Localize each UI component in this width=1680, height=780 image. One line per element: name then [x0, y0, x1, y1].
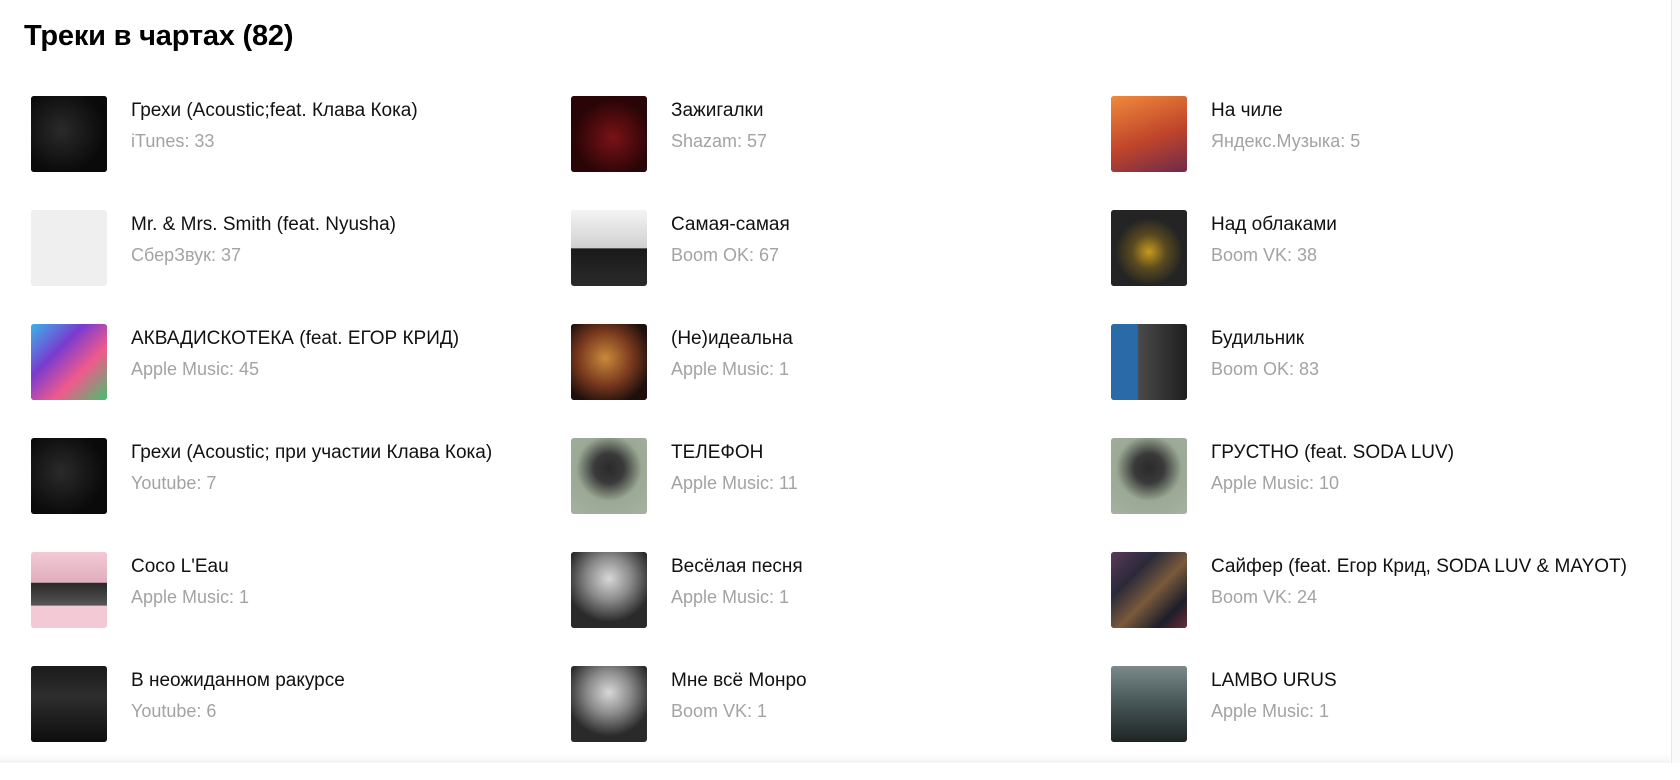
- cover-art: [31, 666, 107, 742]
- cover-art: [31, 210, 107, 286]
- cover-art: [31, 96, 107, 172]
- album-cover[interactable]: [31, 666, 107, 742]
- track-title[interactable]: Сайфер (feat. Егор Крид, SODA LUV & MAYO…: [1211, 556, 1627, 578]
- track-item[interactable]: ГРУСТНО (feat. SODA LUV) Apple Music: 10: [1111, 438, 1651, 552]
- page-title: Треки в чартах (82): [24, 20, 294, 52]
- track-title[interactable]: ТЕЛЕФОН: [671, 442, 763, 464]
- chart-position: Boom VK: 1: [671, 701, 768, 721]
- album-cover[interactable]: [571, 96, 647, 172]
- album-cover[interactable]: [1111, 96, 1187, 172]
- track-title[interactable]: (Не)идеальна: [671, 328, 793, 350]
- album-cover[interactable]: [31, 96, 107, 172]
- track-item[interactable]: Coco L'Eau Apple Music: 1: [31, 552, 571, 666]
- cover-art: [571, 210, 647, 286]
- track-grid: Грехи (Acoustic;feat. Клава Кока) iTunes:…: [31, 96, 1651, 780]
- track-title[interactable]: Грехи (Acoustic; при участии Клава Кока): [131, 442, 492, 464]
- track-item[interactable]: Будильник Boom OK: 83: [1111, 324, 1651, 438]
- chart-position: Apple Music: 10: [1211, 473, 1340, 493]
- chart-position: Apple Music: 1: [131, 587, 250, 607]
- chart-position: Apple Music: 1: [1211, 701, 1330, 721]
- cover-art: [571, 666, 647, 742]
- cover-art: [1111, 666, 1187, 742]
- track-title[interactable]: Над облаками: [1211, 214, 1337, 236]
- cover-art: [1111, 552, 1187, 628]
- track-item[interactable]: Весёлая песня Apple Music: 1: [571, 552, 1111, 666]
- cover-art: [1111, 96, 1187, 172]
- chart-position: СберЗвук: 37: [131, 245, 242, 265]
- album-cover[interactable]: [571, 552, 647, 628]
- album-cover[interactable]: [31, 438, 107, 514]
- album-cover[interactable]: [1111, 552, 1187, 628]
- chart-position: Apple Music: 1: [671, 359, 790, 379]
- album-cover[interactable]: [1111, 324, 1187, 400]
- cover-art: [571, 438, 647, 514]
- album-cover[interactable]: [31, 552, 107, 628]
- chart-position: Яндекс.Музыка: 5: [1211, 131, 1361, 151]
- track-title[interactable]: Мне всё Монро: [671, 670, 807, 692]
- cover-art: [1111, 210, 1187, 286]
- cover-art: [571, 552, 647, 628]
- scrollbar[interactable]: [1671, 0, 1680, 763]
- chart-position: Boom OK: 83: [1211, 359, 1320, 379]
- chart-position: Apple Music: 11: [671, 473, 798, 493]
- chart-position: iTunes: 33: [131, 131, 215, 151]
- cover-art: [571, 96, 647, 172]
- album-cover[interactable]: [1111, 666, 1187, 742]
- track-title[interactable]: Будильник: [1211, 328, 1304, 350]
- track-item[interactable]: Над облаками Boom VK: 38: [1111, 210, 1651, 324]
- chart-position: Boom VK: 38: [1211, 245, 1318, 265]
- track-title[interactable]: LAMBO URUS: [1211, 670, 1337, 692]
- chart-position: Apple Music: 1: [671, 587, 790, 607]
- chart-position: Youtube: 7: [131, 473, 217, 493]
- album-cover[interactable]: [571, 324, 647, 400]
- chart-position: Youtube: 6: [131, 701, 217, 721]
- cover-art: [31, 552, 107, 628]
- track-title[interactable]: Зажигалки: [671, 100, 763, 122]
- track-title[interactable]: На чиле: [1211, 100, 1283, 122]
- album-cover[interactable]: [31, 324, 107, 400]
- track-title[interactable]: Coco L'Eau: [131, 556, 229, 578]
- track-item[interactable]: На чиле Яндекс.Музыка: 5: [1111, 96, 1651, 210]
- album-cover[interactable]: [1111, 438, 1187, 514]
- track-item[interactable]: Сайфер (feat. Егор Крид, SODA LUV & MAYO…: [1111, 552, 1651, 666]
- album-cover[interactable]: [571, 438, 647, 514]
- chart-position: Boom OK: 67: [671, 245, 780, 265]
- cover-art: [1111, 324, 1187, 400]
- cover-art: [571, 324, 647, 400]
- track-title[interactable]: Mr. & Mrs. Smith (feat. Nyusha): [131, 214, 396, 236]
- track-item[interactable]: Самая-самая Boom OK: 67: [571, 210, 1111, 324]
- track-item[interactable]: Зажигалки Shazam: 57: [571, 96, 1111, 210]
- cover-art: [1111, 438, 1187, 514]
- album-cover[interactable]: [571, 666, 647, 742]
- track-item[interactable]: Грехи (Acoustic;feat. Клава Кока) iTunes:…: [31, 96, 571, 210]
- track-title[interactable]: ГРУСТНО (feat. SODA LUV): [1211, 442, 1454, 464]
- track-item[interactable]: Mr. & Mrs. Smith (feat. Nyusha) СберЗвук:…: [31, 210, 571, 324]
- album-cover[interactable]: [1111, 210, 1187, 286]
- track-item[interactable]: Грехи (Acoustic; при участии Клава Кока)…: [31, 438, 571, 552]
- chart-position: Boom VK: 24: [1211, 587, 1318, 607]
- track-item[interactable]: ТЕЛЕФОН Apple Music: 11: [571, 438, 1111, 552]
- track-title[interactable]: Грехи (Acoustic;feat. Клава Кока): [131, 100, 418, 122]
- chart-position: Apple Music: 45: [131, 359, 260, 379]
- track-title[interactable]: В неожиданном ракурсе: [131, 670, 345, 692]
- track-title[interactable]: АКВАДИСКОТЕКА (feat. ЕГОР КРИД): [131, 328, 459, 350]
- chart-position: Shazam: 57: [671, 131, 768, 151]
- track-item[interactable]: (Не)идеальна Apple Music: 1: [571, 324, 1111, 438]
- album-cover[interactable]: [31, 210, 107, 286]
- track-title[interactable]: Весёлая песня: [671, 556, 803, 578]
- cover-art: [31, 438, 107, 514]
- track-title[interactable]: Самая-самая: [671, 214, 790, 236]
- album-cover[interactable]: [571, 210, 647, 286]
- bottom-edge: [0, 754, 1670, 763]
- cover-art: [31, 324, 107, 400]
- track-item[interactable]: АКВАДИСКОТЕКА (feat. ЕГОР КРИД) Apple Mus…: [31, 324, 571, 438]
